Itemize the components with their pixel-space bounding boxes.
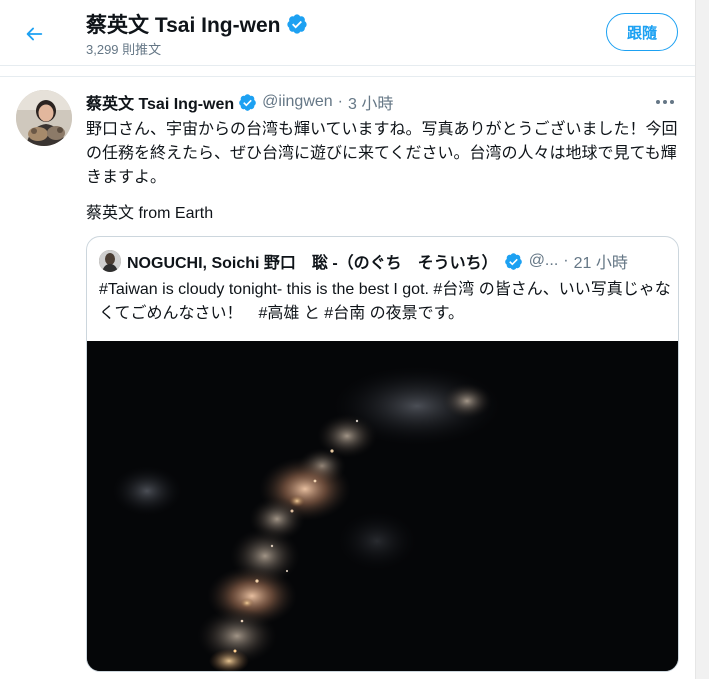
avatar-image [16,90,72,146]
tweet-text: 野口さん、宇宙からの台湾も輝いていますね。写真ありがとうございました！今回の任務… [86,121,678,186]
dot [656,100,660,104]
quoted-tweet-header: NOGUCHI, Soichi 野口 聡 -（のぐち そういち） @... · … [99,249,668,273]
night-earth-photo [87,341,678,671]
tweet-count: 3,299 則推文 [86,42,162,57]
meta-separator: · [337,93,343,110]
avatar[interactable] [16,90,72,146]
quoted-avatar [99,250,121,272]
follow-button[interactable]: 跟隨 [606,13,678,51]
more-options-button[interactable] [652,92,678,112]
tweet-time[interactable]: 3 小時 [348,90,393,114]
dot [670,100,674,104]
quoted-author-handle: @... [528,252,559,269]
meta-separator: · [563,252,569,269]
scrollbar[interactable] [695,0,709,679]
quoted-tweet-image[interactable] [87,341,678,671]
quoted-tweet-text: #Taiwan is cloudy tonight- this is the b… [99,281,671,322]
dot [663,100,667,104]
author-name[interactable]: 蔡英文 Tsai Ing-wen [86,90,234,114]
quoted-tweet[interactable]: NOGUCHI, Soichi 野口 聡 -（のぐち そういち） @... · … [86,236,679,672]
arrow-left-icon [26,27,43,41]
verified-badge-icon [287,14,308,34]
top-bar: 蔡英文 Tsai Ing-wen 3,299 則推文 跟隨 [0,0,696,66]
verified-badge-icon [239,93,256,111]
quoted-tweet-time: 21 小時 [573,255,628,272]
profile-title: 蔡英文 Tsai Ing-wen [86,9,308,39]
quoted-author-name: NOGUCHI, Soichi 野口 聡 -（のぐち そういち） [127,255,498,272]
tweet-header: 蔡英文 Tsai Ing-wen @iingwen · 3 小時 [86,91,681,113]
profile-name: 蔡英文 Tsai Ing-wen [86,14,281,37]
tweet-signature: 蔡英文 from Earth [86,205,214,222]
divider [0,76,696,77]
author-handle[interactable]: @iingwen [262,93,333,111]
verified-badge-icon [504,252,522,270]
back-button[interactable] [14,14,54,54]
